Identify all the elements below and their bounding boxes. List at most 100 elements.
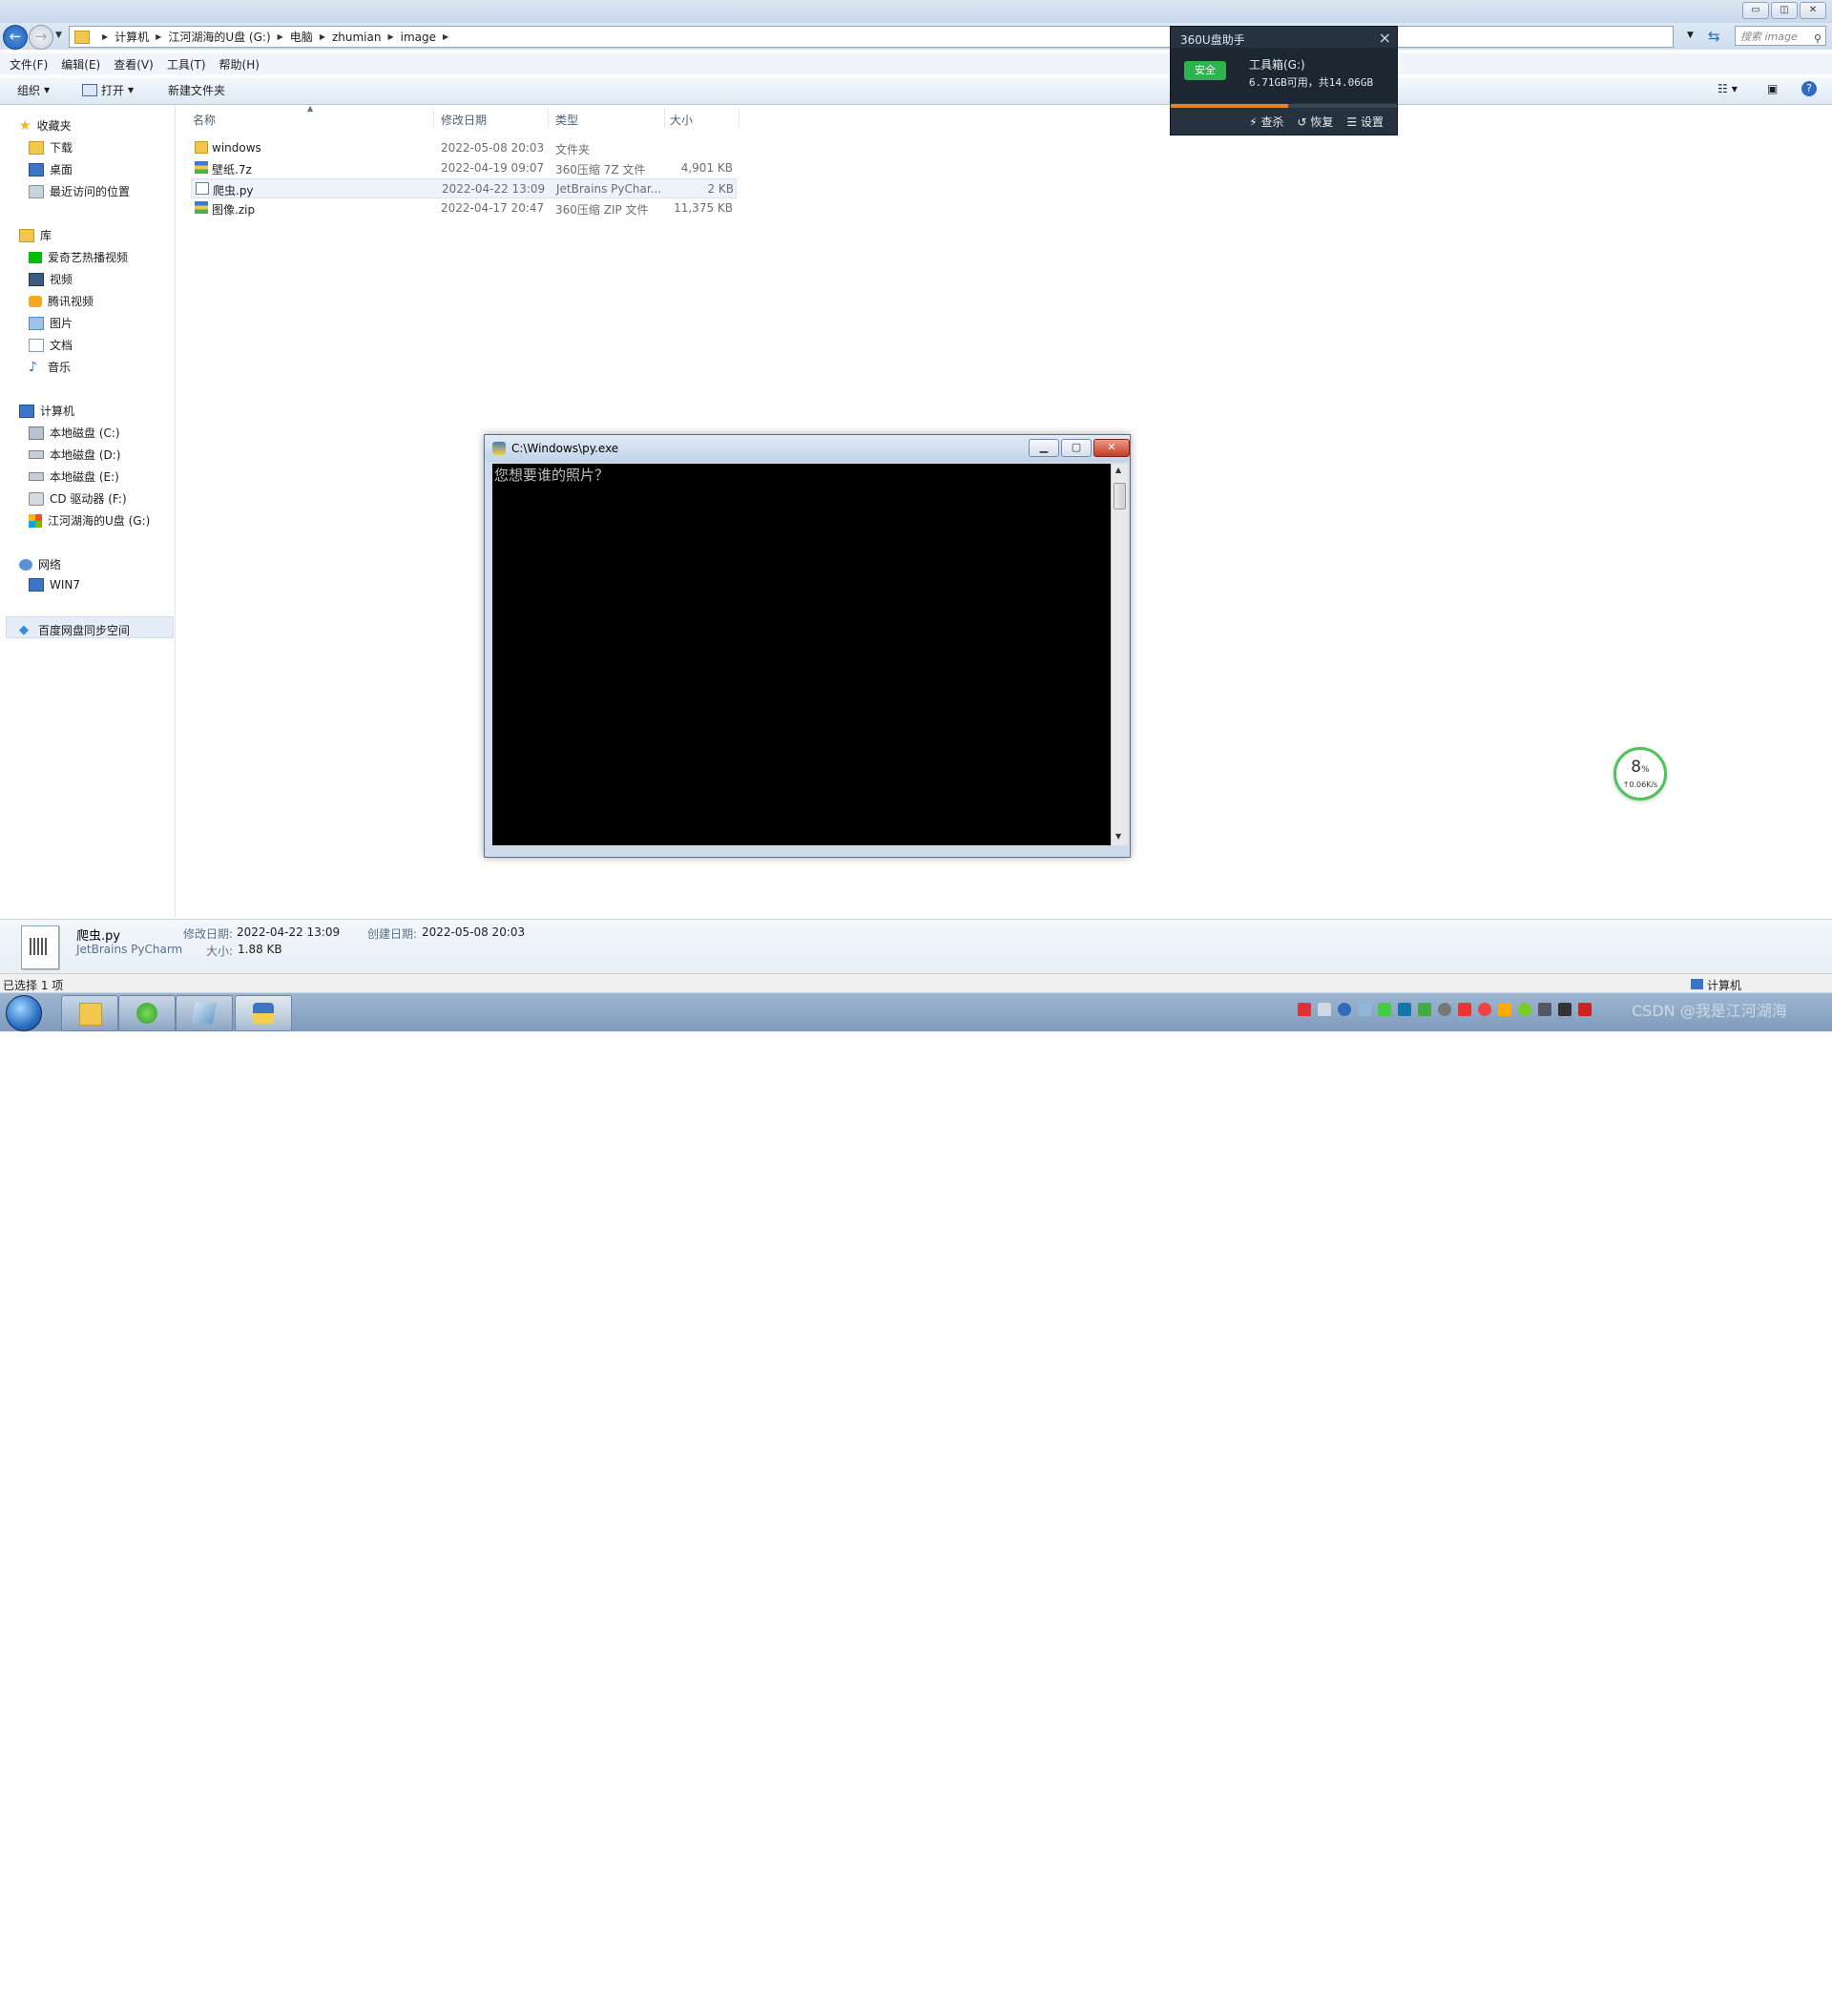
nav-item-iqiyi[interactable]: 爱奇艺热播视频 [29,249,128,265]
nav-item-videos[interactable]: 视频 [29,271,73,287]
column-type[interactable]: 类型 [555,112,578,128]
sync-icon[interactable] [1498,1003,1511,1016]
nav-item-documents[interactable]: 文档 [29,337,73,353]
maximize-button[interactable]: ◫ [1771,2,1798,19]
taskbar-explorer[interactable] [61,995,118,1031]
console-output[interactable]: 您想要谁的照片？ [492,464,1111,845]
address-dropdown-icon[interactable]: ▼ [1687,31,1694,40]
scroll-up-icon[interactable]: ▲ [1115,466,1121,474]
close-button[interactable]: ✕ [1800,2,1826,19]
shield-icon[interactable] [1418,1003,1431,1016]
scan-button[interactable]: ⚡ 查杀 [1249,114,1283,130]
column-name[interactable]: 名称 [193,112,216,128]
details-pane: 爬虫.py JetBrains PyCharm 修改日期: 2022-04-22… [0,919,1832,974]
restore-button[interactable]: ↺ 恢复 [1298,114,1334,130]
pdf-icon[interactable] [1298,1003,1311,1016]
nav-item-drive-e[interactable]: 本地磁盘 (E:) [29,468,119,485]
help-icon[interactable] [1338,1003,1351,1016]
nav-libraries[interactable]: 库 [19,227,52,243]
refresh-icon[interactable]: ⇆ [1708,28,1720,45]
console-window[interactable]: C:\Windows\py.exe ▁ ▢ ✕ 您想要谁的照片？ ▲ ▼ [484,434,1131,858]
taskbar-python[interactable] [235,995,292,1031]
back-button[interactable]: ← [3,25,28,50]
file-name: 壁纸.7z [212,163,252,177]
nav-item-downloads[interactable]: 下载 [29,139,73,156]
breadcrumb-item[interactable]: zhumian ▶ [332,31,401,44]
nav-item-drive-c[interactable]: 本地磁盘 (C:) [29,425,120,441]
breadcrumb-separator[interactable]: ▶ [95,32,114,41]
address-bar[interactable]: ▶ 计算机 ▶ 江河湖海的U盘 (G:) ▶ 电脑 ▶ zhumian ▶ image ▶ [69,26,1674,48]
search-input[interactable]: 搜索 image ⚲ [1735,26,1826,46]
nav-item-tencent-video[interactable]: 腾讯视频 [29,293,94,309]
scroll-down-icon[interactable]: ▼ [1115,832,1121,841]
column-date[interactable]: 修改日期 [441,112,487,128]
organize-button[interactable]: 组织 ▼ [17,82,50,98]
settings-button[interactable]: ☰ 设置 [1346,114,1384,130]
menu-file[interactable]: 文件(F) [10,56,48,73]
nav-item-drive-d[interactable]: 本地磁盘 (D:) [29,447,120,463]
close-icon[interactable] [1558,1003,1572,1016]
nav-network[interactable]: 网络 [19,556,61,572]
arrow-icon[interactable] [1398,1003,1411,1016]
forward-button[interactable]: → [29,25,53,50]
nav-item-music[interactable]: ♪ 音乐 [29,359,71,375]
preview-pane-button[interactable]: ▣ [1767,82,1778,95]
minimize-button[interactable]: ▭ [1742,2,1769,19]
new-folder-label: 新建文件夹 [168,84,226,97]
nav-computer[interactable]: 计算机 [19,403,74,419]
new-folder-button[interactable]: 新建文件夹 [168,82,225,98]
menu-tools[interactable]: 工具(T) [167,56,206,73]
plus-icon[interactable] [1518,1003,1531,1016]
help-button[interactable]: ? [1801,81,1817,96]
flag-icon[interactable] [1458,1003,1471,1016]
clock[interactable]: 17:22 2022/7/10 [1708,1987,1761,2016]
menu-edit[interactable]: 编辑(E) [61,56,100,73]
history-dropdown-icon[interactable]: ▼ [55,31,62,40]
network-speed-gauge[interactable]: 8% ↑0.06K/s [1613,747,1667,800]
column-divider[interactable] [548,109,549,128]
usb-icon[interactable] [1358,1003,1371,1016]
nav-item-drive-f[interactable]: CD 驱动器 (F:) [29,490,127,507]
console-close-button[interactable]: ✕ [1093,439,1130,457]
column-divider[interactable] [664,109,665,128]
file-row[interactable]: windows 2022-05-08 20:03 文件夹 [191,138,737,158]
nav-baidu-sync[interactable]: ◆ 百度网盘同步空间 [19,622,130,638]
file-row[interactable]: 图像.zip 2022-04-17 20:47 360压缩 ZIP 文件 11,… [191,198,737,218]
breadcrumb-item[interactable]: 计算机 ▶ [114,29,168,45]
nav-item-recent[interactable]: 最近访问的位置 [29,183,130,199]
chat-icon[interactable] [1478,1003,1491,1016]
taskbar-360-browser[interactable] [118,995,176,1031]
column-divider[interactable] [433,109,434,128]
scrollbar-thumb[interactable] [1114,483,1126,509]
safe-badge: 安全 [1184,61,1226,80]
console-maximize-button[interactable]: ▢ [1061,439,1092,457]
breadcrumb-item[interactable]: image ▶ [401,31,456,44]
column-size[interactable]: 大小 [670,112,693,128]
breadcrumb-item[interactable]: 电脑 ▶ [290,29,332,45]
nav-item-pictures[interactable]: 图片 [29,315,73,331]
start-button[interactable] [6,995,42,1031]
battery-icon[interactable] [1378,1003,1391,1016]
alert-icon[interactable] [1578,1003,1592,1016]
nav-item-drive-g[interactable]: 江河湖海的U盘 (G:) [29,512,150,529]
console-titlebar[interactable]: C:\Windows\py.exe ▁ ▢ ✕ [485,435,1130,462]
network-icon[interactable] [1538,1003,1551,1016]
console-scrollbar[interactable]: ▲ ▼ [1111,464,1128,845]
nav-item-desktop[interactable]: 桌面 [29,161,73,177]
keyboard-icon[interactable] [1318,1003,1331,1016]
open-button[interactable]: 打开 ▼ [82,82,134,98]
taskbar-app[interactable] [176,995,233,1031]
console-minimize-button[interactable]: ▁ [1029,439,1059,457]
popup-close-icon[interactable]: × [1379,29,1391,47]
menu-view[interactable]: 查看(V) [114,56,154,73]
menu-help[interactable]: 帮助(H) [219,56,260,73]
tencent-video-icon [29,295,42,307]
gear-icon[interactable] [1438,1003,1451,1016]
nav-item-win7[interactable]: WIN7 [29,578,80,592]
view-options-button[interactable]: ☷ ▼ [1718,82,1738,95]
file-row-selected[interactable]: 爬虫.py 2022-04-22 13:09 JetBrains PyChar.… [191,178,737,198]
breadcrumb-item[interactable]: 江河湖海的U盘 (G:) ▶ [168,29,289,45]
nav-favorites[interactable]: ★ 收藏夹 [19,117,72,134]
search-icon[interactable]: ⚲ [1814,29,1822,49]
file-row[interactable]: 壁纸.7z 2022-04-19 09:07 360压缩 7Z 文件 4,901… [191,158,737,178]
